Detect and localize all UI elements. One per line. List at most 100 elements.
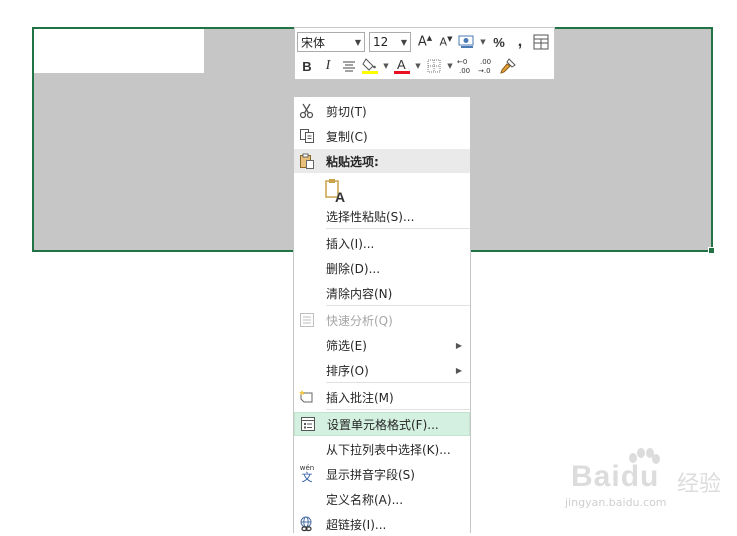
comma-style-button[interactable]: , bbox=[510, 32, 530, 52]
menu-item-label: 插入批注(M) bbox=[326, 390, 394, 405]
bold-label: B bbox=[302, 58, 312, 74]
menu-item-label: 筛选(E) bbox=[326, 338, 367, 353]
decrease-font-icon: A▼ bbox=[439, 35, 453, 49]
menu-item-paste-special[interactable]: 选择性粘贴(S)... bbox=[294, 204, 470, 228]
fill-handle[interactable] bbox=[708, 247, 715, 254]
accounting-icon bbox=[458, 35, 474, 48]
bold-button[interactable]: B bbox=[297, 56, 317, 76]
format-cells-icon bbox=[295, 412, 321, 436]
menu-item-label: 排序(O) bbox=[326, 363, 369, 378]
paste-options-label: 粘贴选项: bbox=[326, 154, 379, 169]
active-cell[interactable] bbox=[34, 29, 204, 73]
increase-font-size-button[interactable]: A▲ bbox=[415, 32, 435, 52]
font-color-button[interactable]: A bbox=[392, 56, 412, 76]
watermark-url: jingyan.baidu.com bbox=[565, 496, 667, 509]
menu-item-label: 删除(D)... bbox=[326, 261, 381, 276]
decrease-font-size-button[interactable]: A▼ bbox=[436, 32, 456, 52]
watermark-brand: Baidu bbox=[571, 460, 660, 493]
svg-text:A: A bbox=[335, 189, 345, 205]
menu-separator bbox=[326, 228, 470, 229]
paste-option-button[interactable]: A bbox=[322, 177, 348, 205]
menu-separator bbox=[326, 409, 470, 410]
menu-item-label: 剪切(T) bbox=[326, 104, 367, 119]
menu-item-label: 插入(I)... bbox=[326, 236, 375, 251]
menu-item-label: 超链接(I)... bbox=[326, 517, 387, 532]
font-size-value: 12 bbox=[373, 35, 389, 49]
font-color-icon: A bbox=[394, 57, 410, 74]
menu-item-insert[interactable]: 插入(I)... bbox=[294, 231, 470, 255]
font-name-combo[interactable]: 宋体 ▼ bbox=[297, 32, 365, 52]
menu-item-quick-analysis: 快速分析(Q) bbox=[294, 308, 470, 332]
percent-style-button[interactable]: % bbox=[489, 32, 509, 52]
menu-item-define-name[interactable]: 定义名称(A)... bbox=[294, 487, 470, 511]
menu-item-clear-contents[interactable]: 清除内容(N) bbox=[294, 281, 470, 305]
borders-dropdown[interactable]: ▼ bbox=[445, 56, 455, 76]
align-center-icon bbox=[343, 61, 355, 72]
menu-item-hyperlink[interactable]: 超链接(I)... bbox=[294, 512, 470, 536]
menu-item-label: 清除内容(N) bbox=[326, 286, 393, 301]
menu-item-label: 设置单元格格式(F)... bbox=[327, 417, 439, 432]
quick-analysis-icon bbox=[294, 308, 320, 332]
decrease-decimal-icon: .00 →.0 bbox=[478, 58, 491, 75]
menu-item-label: 快速分析(Q) bbox=[326, 313, 393, 328]
phonetic-icon: wén 文 bbox=[299, 464, 315, 484]
hyperlink-icon bbox=[294, 512, 320, 536]
format-painter-table-button[interactable] bbox=[531, 32, 551, 52]
comma-label: , bbox=[517, 33, 523, 50]
borders-icon bbox=[427, 59, 441, 73]
table-format-icon bbox=[533, 34, 549, 50]
watermark: Baidu 经验 jingyan.baidu.com bbox=[565, 448, 725, 518]
paint-bucket-icon bbox=[362, 58, 378, 74]
fill-color-button[interactable] bbox=[360, 56, 380, 76]
accounting-format-button[interactable] bbox=[457, 32, 477, 52]
borders-button[interactable] bbox=[424, 56, 444, 76]
chevron-right-icon: ▶ bbox=[455, 365, 462, 375]
decrease-decimal-button[interactable]: .00 →.0 bbox=[477, 56, 497, 76]
font-color-dropdown[interactable]: ▼ bbox=[413, 56, 423, 76]
menu-item-filter[interactable]: 筛选(E) ▶ bbox=[294, 333, 470, 357]
menu-item-insert-comment[interactable]: 插入批注(M) bbox=[294, 385, 470, 409]
menu-item-label: 从下拉列表中选择(K)... bbox=[326, 442, 451, 457]
menu-item-cut[interactable]: 剪切(T) bbox=[294, 99, 470, 123]
paste-clipboard-icon: A bbox=[325, 179, 345, 205]
svg-text:A: A bbox=[397, 57, 406, 72]
menu-item-copy[interactable]: 复制(C) bbox=[294, 124, 470, 148]
svg-text:→.0: →.0 bbox=[478, 67, 491, 75]
menu-item-delete[interactable]: 删除(D)... bbox=[294, 256, 470, 280]
align-center-button[interactable] bbox=[339, 56, 359, 76]
font-name-value: 宋体 bbox=[301, 35, 326, 50]
percent-label: % bbox=[493, 34, 505, 50]
svg-text:.00: .00 bbox=[459, 67, 470, 75]
menu-item-label: 复制(C) bbox=[326, 129, 368, 144]
paste-options-header: 粘贴选项: bbox=[294, 149, 470, 173]
chevron-down-icon[interactable]: ▼ bbox=[351, 37, 364, 47]
italic-button[interactable]: I bbox=[318, 56, 338, 76]
font-size-combo[interactable]: 12 ▼ bbox=[369, 32, 411, 52]
watermark-cn: 经验 bbox=[677, 472, 722, 497]
menu-item-pick-from-list[interactable]: 从下拉列表中选择(K)... bbox=[294, 437, 470, 461]
scissors-icon bbox=[294, 99, 320, 123]
accounting-dropdown[interactable]: ▼ bbox=[478, 32, 488, 52]
paintbrush-icon bbox=[500, 58, 516, 74]
increase-decimal-icon: ←0 .00 bbox=[457, 58, 470, 75]
menu-separator bbox=[326, 305, 470, 306]
menu-item-show-phonetic[interactable]: wén 文 显示拼音字段(S) bbox=[294, 462, 470, 486]
svg-text:.00: .00 bbox=[480, 58, 491, 66]
menu-item-sort[interactable]: 排序(O) ▶ bbox=[294, 358, 470, 382]
menu-item-label: 定义名称(A)... bbox=[326, 492, 404, 507]
chevron-down-icon[interactable]: ▼ bbox=[397, 37, 410, 47]
menu-separator bbox=[326, 382, 470, 383]
increase-decimal-button[interactable]: ←0 .00 bbox=[456, 56, 476, 76]
mini-toolbar: 宋体 ▼ 12 ▼ A▲ A▼ ▼ % , B I ▼ A ▼ ▼ ←0 .00… bbox=[294, 27, 555, 80]
menu-item-format-cells[interactable]: 设置单元格格式(F)... bbox=[294, 412, 470, 436]
comment-icon bbox=[294, 385, 320, 409]
copy-icon bbox=[294, 124, 320, 148]
paste-icon bbox=[294, 149, 320, 173]
format-painter-button[interactable] bbox=[498, 56, 518, 76]
svg-text:←0: ←0 bbox=[457, 58, 467, 66]
fill-color-dropdown[interactable]: ▼ bbox=[381, 56, 391, 76]
menu-item-label: 显示拼音字段(S) bbox=[326, 467, 415, 482]
italic-label: I bbox=[325, 58, 331, 73]
context-menu: 剪切(T) 复制(C) 粘贴选项: A 选择性粘贴(S)... 插入(I)...… bbox=[293, 96, 471, 533]
chevron-right-icon: ▶ bbox=[455, 340, 462, 350]
